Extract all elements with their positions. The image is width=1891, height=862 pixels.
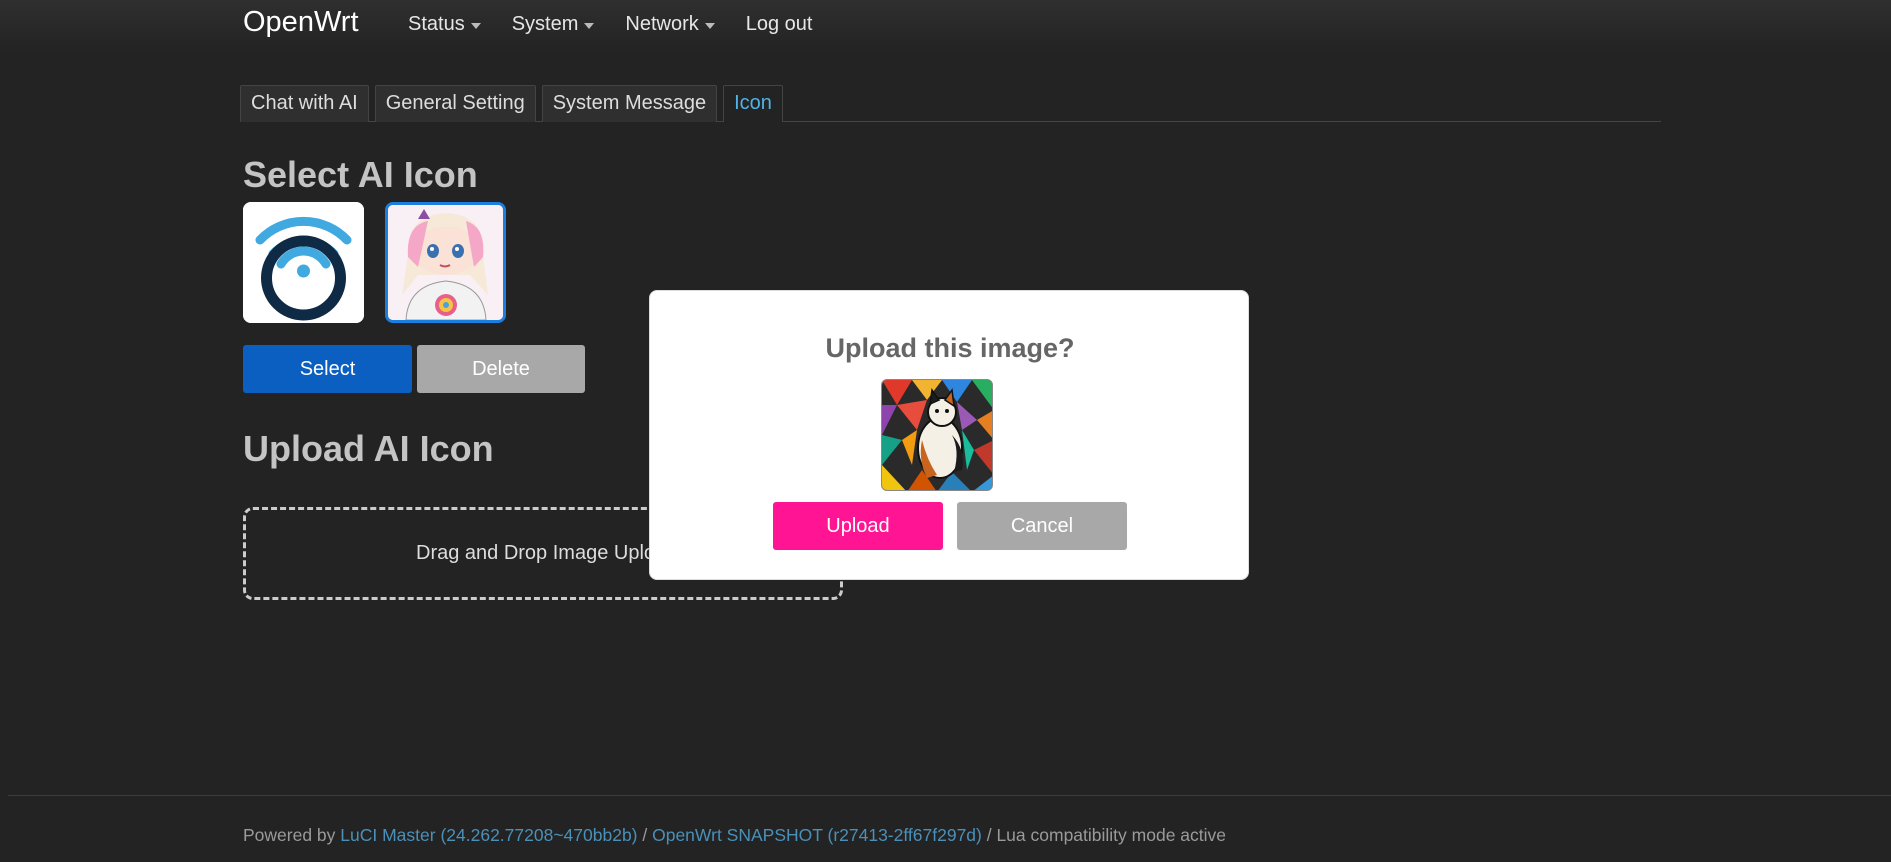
caret-down-icon bbox=[704, 22, 715, 29]
upload-icon-title: Upload AI Icon bbox=[243, 428, 494, 469]
footer-prefix: Powered by bbox=[243, 825, 341, 845]
wifi-logo-icon bbox=[243, 202, 364, 323]
luci-version-link[interactable]: LuCI Master (24.262.77208~470bb2b) bbox=[340, 825, 637, 845]
tab-icon[interactable]: Icon bbox=[723, 85, 783, 122]
nav-status[interactable]: Status bbox=[408, 13, 481, 36]
footer: Powered by LuCI Master (24.262.77208~470… bbox=[243, 825, 1226, 846]
tab-system-message[interactable]: System Message bbox=[541, 85, 718, 122]
tab-bar: Chat with AI General Setting System Mess… bbox=[240, 85, 1661, 122]
icon-option-anime[interactable] bbox=[385, 202, 506, 323]
nav-network[interactable]: Network bbox=[625, 13, 715, 36]
top-header: OpenWrt Status System Network Log out bbox=[0, 0, 1891, 52]
modal-title: Upload this image? bbox=[825, 333, 1075, 363]
modal-image-preview bbox=[881, 379, 993, 491]
stained-glass-cat-icon bbox=[882, 380, 992, 490]
cancel-button[interactable]: Cancel bbox=[957, 502, 1127, 550]
caret-down-icon bbox=[470, 22, 481, 29]
nav-logout-label: Log out bbox=[745, 13, 813, 35]
caret-down-icon bbox=[584, 22, 595, 29]
main-nav: Status System Network Log out bbox=[408, 13, 843, 36]
brand-logo[interactable]: OpenWrt bbox=[243, 6, 359, 39]
footer-sep: / bbox=[637, 825, 653, 845]
nav-logout[interactable]: Log out bbox=[746, 13, 813, 36]
upload-button[interactable]: Upload bbox=[773, 502, 943, 550]
delete-button[interactable]: Delete bbox=[417, 345, 585, 393]
icon-option-wifi[interactable] bbox=[243, 202, 364, 323]
footer-divider bbox=[8, 795, 1891, 796]
nav-status-label: Status bbox=[408, 13, 465, 35]
nav-system[interactable]: System bbox=[512, 13, 595, 36]
upload-confirm-modal: Upload this image? Upload Cancel bbox=[649, 290, 1249, 580]
openwrt-version-link[interactable]: OpenWrt SNAPSHOT (r27413-2ff67f297d) bbox=[652, 825, 982, 845]
tab-general-setting[interactable]: General Setting bbox=[374, 85, 536, 122]
select-button[interactable]: Select bbox=[243, 345, 412, 393]
anime-girl-icon bbox=[388, 205, 503, 320]
nav-system-label: System bbox=[511, 13, 579, 35]
select-icon-title: Select AI Icon bbox=[243, 154, 478, 195]
footer-suffix: / Lua compatibility mode active bbox=[981, 825, 1227, 845]
dropzone-text: Drag and Drop Image Uplo bbox=[416, 542, 656, 564]
nav-network-label: Network bbox=[625, 13, 699, 35]
tab-chat-with-ai[interactable]: Chat with AI bbox=[240, 85, 369, 122]
